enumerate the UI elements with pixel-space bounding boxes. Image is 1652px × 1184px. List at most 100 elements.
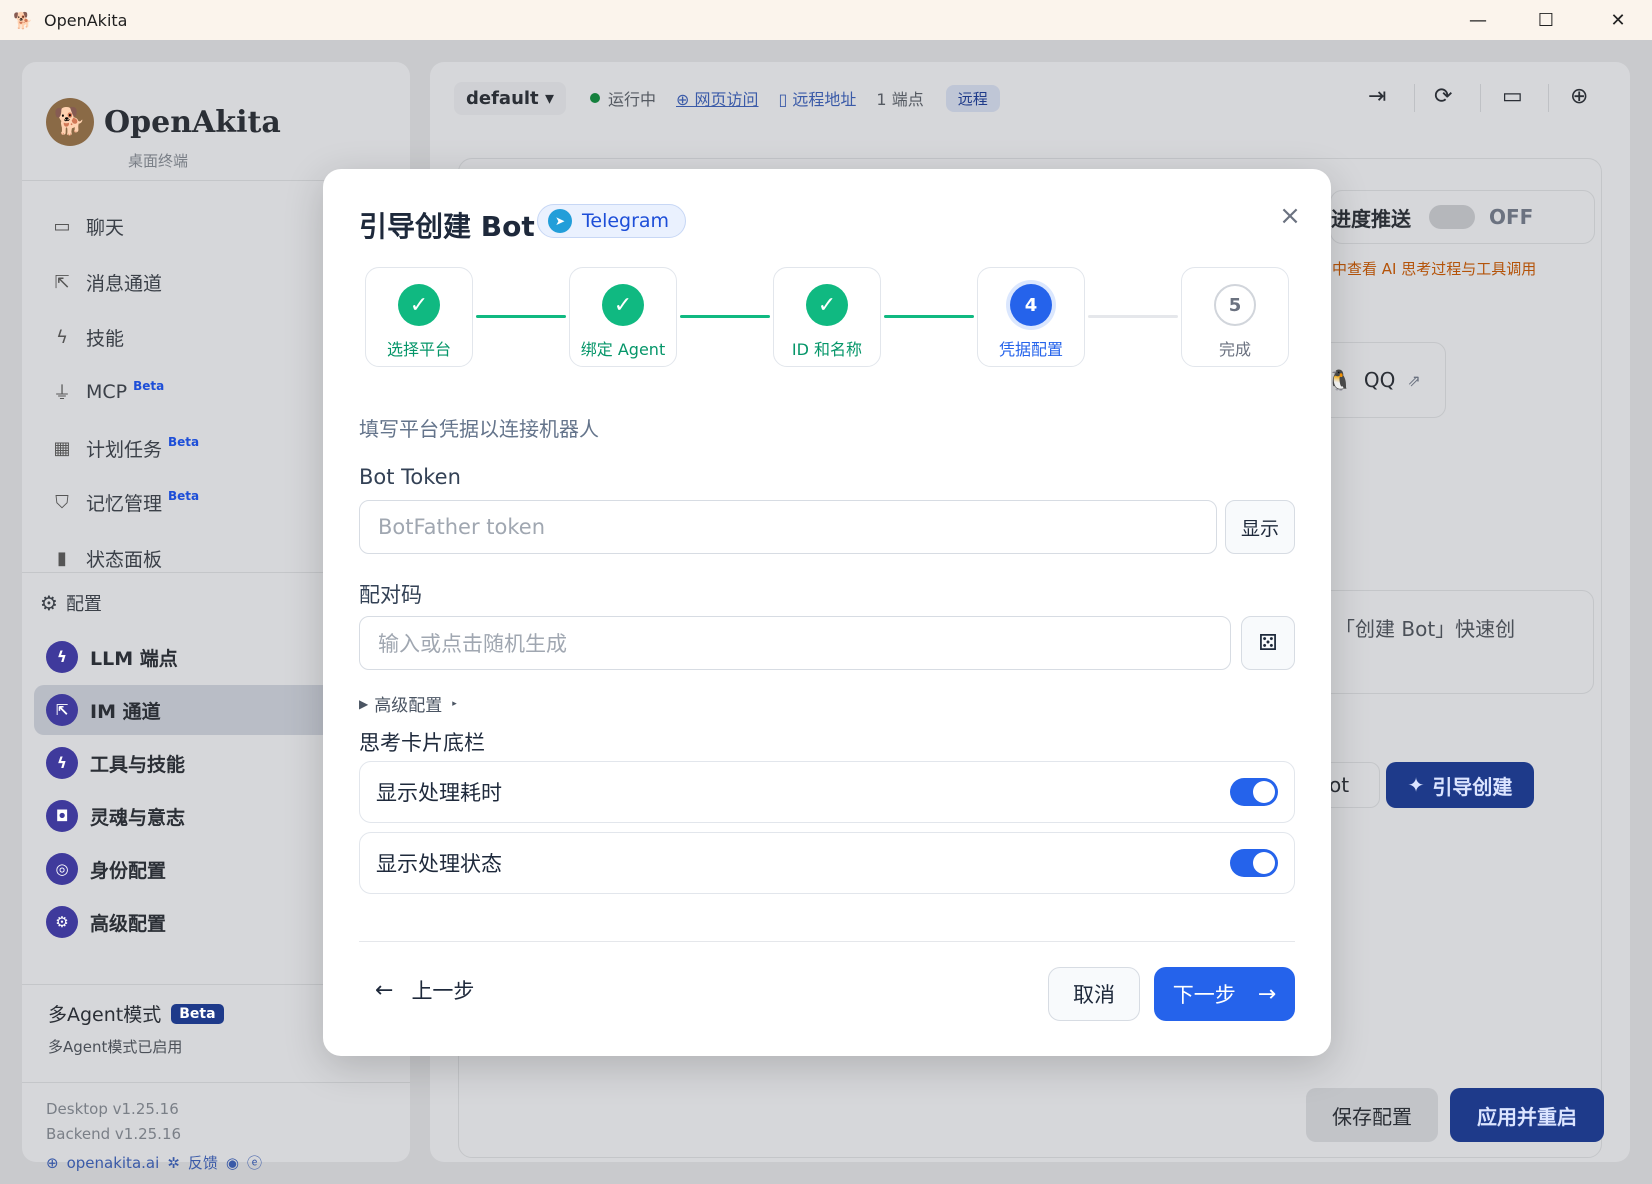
sidebar-item-label: 记忆管理 [86,492,163,515]
check-icon: ✓ [398,284,440,326]
sidebar-item-label: 计划任务 [86,438,163,461]
prev-step-button[interactable]: ← 上一步 [375,975,474,1005]
step-bind-agent: ✓ 绑定 Agent [569,267,677,367]
toggle-row-duration: 显示处理耗时 [359,761,1295,823]
sparkle-icon: ✦ [1407,773,1425,797]
close-window-button[interactable]: ✕ [1584,0,1652,40]
divider [1480,84,1481,112]
close-icon[interactable]: × [1275,201,1305,231]
config-item-im[interactable]: ⇱ IM 通道 [34,685,334,735]
sidebar-item-schedule[interactable]: ▦ 计划任务 Beta [50,428,199,468]
bolt-icon: ϟ [56,326,68,348]
sidebar-item-channels[interactable]: ⇱ 消息通道 [50,262,162,302]
step-done: 5 完成 [1181,267,1289,367]
guide-create-button[interactable]: ✦ 引导创建 [1386,762,1534,808]
check-icon: ✓ [602,284,644,326]
save-config-button[interactable]: 保存配置 [1306,1088,1438,1142]
external-link-icon: ⇗ [1407,370,1421,390]
config-item-advanced[interactable]: ⚙ 高级配置 [34,897,334,947]
bug-icon: ✲ [167,1153,180,1172]
status-text: 运行中 [607,90,656,109]
check-icon: ✓ [806,284,848,326]
share-icon: ⇱ [46,694,78,726]
bot-token-label: Bot Token [359,465,461,489]
calendar-icon: ▦ [53,437,71,459]
dice-icon: ⚄ [1258,630,1278,656]
toggle-row-status: 显示处理状态 [359,832,1295,894]
fingerprint-icon: ◎ [46,853,78,885]
random-dice-button[interactable]: ⚄ [1241,616,1295,670]
config-item-tools[interactable]: ϟ 工具与技能 [34,738,334,788]
globe-icon[interactable]: ⊕ [1570,84,1588,109]
beta-tag: Beta [168,489,200,503]
config-item-llm[interactable]: ϟ LLM 端点 [34,632,334,682]
site-link[interactable]: openakita.ai [67,1154,160,1172]
window-title: OpenAkita [44,10,128,30]
brain-icon: ⛉ [55,491,69,513]
maximize-button[interactable]: ☐ [1512,0,1580,40]
apply-restart-button[interactable]: 应用并重启 [1450,1088,1604,1142]
endpoint-count: 1 端点 [876,90,924,109]
step-credentials: 4 凭据配置 [977,267,1085,367]
beta-tag: Beta [168,435,200,449]
step-number: 4 [1010,284,1052,326]
next-step-button[interactable]: 下一步 → [1154,967,1295,1021]
step-connector [1088,315,1178,318]
telegram-icon: ➤ [548,209,572,233]
email-icon[interactable]: ⓔ [247,1152,262,1173]
desktop-version: Desktop v1.25.16 [46,1100,179,1118]
sidebar-item-label: 状态面板 [86,548,163,571]
config-item-soul[interactable]: ◘ 灵魂与意志 [34,791,334,841]
modal-title: 引导创建 Bot [359,210,535,243]
monitor-icon[interactable]: ▭ [1502,84,1523,109]
step-connector [476,315,566,318]
chart-icon: ▮ [57,547,67,569]
section-title: 思考卡片底栏 [359,731,485,755]
progress-push-switch[interactable] [1429,205,1475,229]
globe-icon: ⊕ [46,1153,59,1172]
sidebar-item-skills[interactable]: ϟ 技能 [50,317,124,357]
sidebar-item-memory[interactable]: ⛉ 记忆管理 Beta [50,482,199,522]
modal-description: 填写平台凭据以连接机器人 [359,417,599,441]
web-access-link[interactable]: ⊕ 网页访问 [676,86,759,110]
minimize-button[interactable]: — [1444,0,1512,40]
plug-icon: ⏚ [53,383,71,404]
step-select-platform: ✓ 选择平台 [365,267,473,367]
footer-links: ⊕ openakita.ai ✲ 反馈 ◉ ⓔ [46,1152,262,1173]
show-token-button[interactable]: 显示 [1225,500,1295,554]
advanced-config-toggle[interactable]: ▶ 高级配置 ▸ [359,691,457,716]
caret-right-icon: ▶ [359,696,369,711]
akita-logo-icon: 🐕 [46,98,94,146]
config-item-identity[interactable]: ◎ 身份配置 [34,844,334,894]
share-icon: ⇱ [54,271,70,293]
github-icon[interactable]: ◉ [226,1154,239,1172]
multi-agent-status: 多Agent模式已启用 [48,1038,183,1056]
create-hint-card: 「创建 Bot」快速创 [1310,590,1594,694]
show-status-switch[interactable] [1230,849,1278,877]
sidebar-item-label: 聊天 [86,216,125,239]
progress-push-card: 进度推送 OFF [1330,190,1595,244]
sidebar-item-label: MCP [86,381,128,403]
bot-token-input[interactable]: BotFather token [359,500,1217,554]
remote-address-link[interactable]: ▯ 远程地址 [779,86,857,110]
config-heading: ⚙ 配置 [40,591,102,615]
pair-code-label: 配对码 [359,583,422,607]
cancel-button[interactable]: 取消 [1048,967,1140,1021]
guide-create-bot-modal: 引导创建 Bot ➤ Telegram × ✓ 选择平台 ✓ 绑定 Agent … [323,169,1331,1056]
profile-select[interactable]: default ▾ [454,81,566,115]
pair-code-input[interactable]: 输入或点击随机生成 [359,616,1231,670]
feedback-link[interactable]: 反馈 [188,1152,218,1173]
sidebar-item-chat[interactable]: ▭ 聊天 [50,206,124,246]
logout-icon[interactable]: ⇥ [1368,84,1386,109]
sidebar-item-mcp[interactable]: ⏚ MCP Beta [50,372,164,412]
arrow-right-icon: → [1257,981,1277,1007]
title-bar: 🐕 OpenAkita — ☐ ✕ [0,0,1652,40]
beta-tag: Beta [133,379,165,393]
show-duration-switch[interactable] [1230,778,1278,806]
bolt-icon: ϟ [46,641,78,673]
gear-icon: ⚙ [46,906,78,938]
brand-name: OpenAkita [104,104,281,140]
refresh-icon[interactable]: ⟳ [1434,84,1452,109]
multi-agent-title: 多Agent模式 Beta [48,1000,224,1027]
gear-icon: ⚙ [40,591,58,615]
